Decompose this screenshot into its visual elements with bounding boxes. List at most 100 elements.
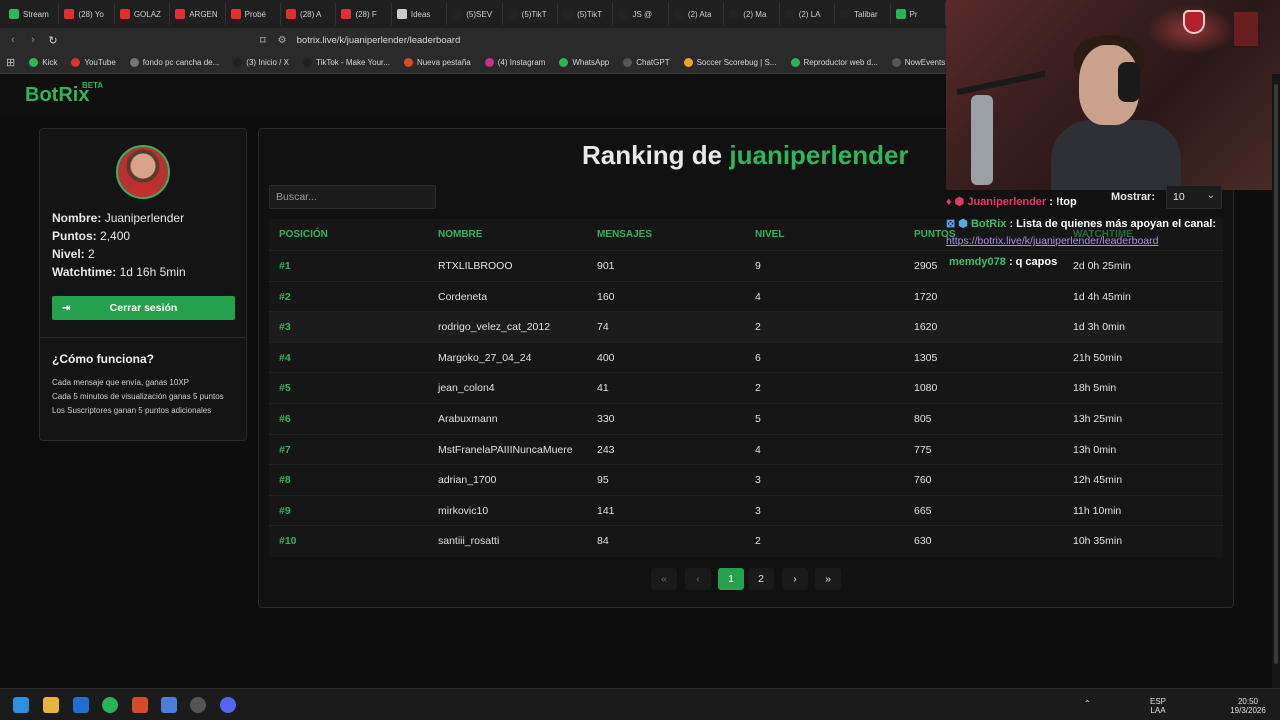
cell-nombre: RTXLILBROOO [438, 260, 513, 272]
browser-tab[interactable]: JS @ [613, 3, 669, 25]
bookmark-item[interactable]: ChatGPT [623, 58, 670, 67]
chat-link[interactable]: https://botrix.live/k/juaniperlender/lea… [946, 235, 1158, 247]
cell-mensajes: 330 [597, 413, 615, 425]
table-row[interactable]: #10 santiii_rosatti 84 2 630 10h 35min [269, 525, 1223, 556]
tab-label: Probé [244, 9, 266, 19]
bookmark-favicon-icon [129, 58, 139, 67]
clock[interactable]: 20:50 19/3/2026 [1228, 697, 1268, 715]
bookmark-item[interactable]: NowEvents - C [891, 58, 946, 67]
bookmark-item[interactable]: TikTok - Make Your... [302, 58, 390, 67]
browser-tab[interactable]: (2) Ma [724, 3, 780, 25]
cell-puntos: 1620 [914, 321, 938, 334]
file-explorer-icon[interactable] [43, 697, 59, 713]
page-size-select[interactable]: 10 ⌄ [1166, 185, 1222, 209]
browser-tab[interactable]: (5)TikT [503, 3, 559, 25]
browser-tab[interactable]: (28) F [336, 3, 392, 25]
app-icon[interactable] [73, 697, 89, 713]
cell-puntos: 1720 [914, 290, 938, 303]
table-row[interactable]: #6 Arabuxmann 330 5 805 13h 25min [269, 403, 1223, 434]
table-row[interactable]: #5 jean_colon4 41 2 1080 18h 5min [269, 372, 1223, 403]
browser-tab[interactable]: (5)TikT [558, 3, 614, 25]
table-row[interactable]: #9 mirkovic10 141 3 665 11h 10min [269, 494, 1223, 526]
profile-points: Puntos: 2,400 [52, 229, 131, 243]
bookmark-item[interactable]: YouTube [71, 58, 116, 67]
browser-tab[interactable]: Ideas [392, 3, 448, 25]
bookmark-item[interactable]: Reproductor web d... [790, 58, 878, 67]
browser-tab[interactable]: (28) A [281, 3, 337, 25]
browser-tab[interactable]: (2) LA [780, 3, 836, 25]
chat-message: memdy078 : q capos [949, 256, 1058, 268]
browser-tab[interactable]: (5)SEV [447, 3, 503, 25]
discord-icon[interactable] [220, 697, 236, 713]
browser-tab[interactable]: GOLAZ [115, 3, 171, 25]
bookmark-label: (3) Inicio / X [246, 58, 289, 67]
cell-puntos: 1305 [914, 351, 938, 364]
tab-label: Talibar [854, 9, 878, 19]
browser-tab[interactable]: (28) Yo [59, 3, 115, 25]
browser-tab[interactable]: (2) Ata [669, 3, 725, 25]
reload-icon[interactable]: ↻ [46, 34, 60, 47]
apps-icon[interactable]: ⊞ [6, 56, 15, 69]
bookmark-item[interactable]: (3) Inicio / X [233, 58, 289, 67]
tab-label: (2) Ata [687, 9, 712, 19]
url-field[interactable]: botrix.live/k/juaniperlender/leaderboard [297, 35, 461, 46]
bookmarks-bar: ⊞ Kick YouTube fondo pc cancha de... (3) In… [0, 52, 946, 74]
tab-favicon-icon [673, 9, 684, 19]
search-input[interactable]: Buscar... [269, 185, 436, 209]
bookmark-favicon-icon [484, 58, 494, 67]
bookmark-item[interactable]: Soccer Scorebug | S... [683, 58, 777, 67]
browser-tab[interactable]: Talibar [835, 3, 891, 25]
tab-favicon-icon [9, 9, 19, 19]
page-2-button[interactable]: 2 [748, 568, 774, 590]
browser-tab[interactable]: Pr [891, 3, 946, 25]
table-row[interactable]: #8 adrian_1700 95 3 760 12h 45min [269, 464, 1223, 495]
first-page-button[interactable]: « [651, 568, 677, 590]
bookmark-item[interactable]: fondo pc cancha de... [129, 58, 219, 67]
column-header[interactable]: POSICIÓN [279, 229, 328, 240]
cell-pos: #6 [279, 413, 291, 425]
tab-label: (2) LA [798, 9, 821, 19]
browser-tab[interactable]: Probé [226, 3, 282, 25]
bookmark-icon[interactable]: ⌑ [260, 34, 266, 47]
column-header[interactable]: MENSAJES [597, 229, 652, 240]
notepad-icon[interactable] [161, 697, 177, 713]
windows-start-icon[interactable] [13, 697, 29, 713]
forward-icon[interactable]: › [26, 34, 40, 46]
obs-icon[interactable] [190, 697, 206, 713]
cell-watchtime: 21h 50min [1073, 351, 1123, 364]
chat-message: ⊠ ⬢ BotRix : Lista de quienes más apoyan… [946, 218, 1217, 230]
cell-mensajes: 400 [597, 351, 615, 364]
browser-tab[interactable]: ARGEN [170, 3, 226, 25]
scrollbar[interactable] [1272, 74, 1280, 688]
logout-button[interactable]: ⇥ Cerrar sesión [52, 296, 235, 320]
chevron-up-icon[interactable]: ⌃ [1084, 699, 1091, 708]
table-row[interactable]: #3 rodrigo_velez_cat_2012 74 2 1620 1d 3h 0mi… [269, 311, 1223, 342]
cell-pos: #8 [279, 474, 291, 487]
language-indicator[interactable]: ESP LAA [1150, 697, 1166, 715]
back-icon[interactable]: ‹ [6, 34, 20, 46]
cell-nombre: mirkovic10 [438, 504, 489, 517]
bookmark-item[interactable]: (4) Instagram [484, 58, 545, 67]
bookmark-item[interactable]: Kick [29, 58, 57, 67]
table-row[interactable]: #7 MstFranelaPAIIINuncaMuere 243 4 775 13h 0m… [269, 433, 1223, 465]
botrix-logo[interactable]: BotRix [25, 84, 89, 107]
next-page-button[interactable]: › [782, 568, 808, 590]
how-line: Cada 5 minutos de visualización ganas 5 … [52, 392, 224, 401]
column-header[interactable]: NIVEL [755, 229, 784, 240]
brave-browser-icon[interactable] [132, 697, 148, 713]
tab-favicon-icon [507, 9, 518, 19]
table-row[interactable]: #1 RTXLILBROOO 901 9 2905 2d 0h 25min [269, 250, 1223, 281]
bookmark-item[interactable]: WhatsApp [559, 58, 609, 67]
whatsapp-icon[interactable] [102, 697, 118, 713]
prev-page-button[interactable]: ‹ [685, 568, 711, 590]
bookmark-item[interactable]: Nueva pestaña [403, 58, 471, 67]
browser-tab[interactable]: Stream [4, 3, 60, 25]
table-row[interactable]: #4 Margoko_27_04_24 400 6 1305 21h 50min [269, 341, 1223, 373]
page-1-button[interactable]: 1 [718, 568, 744, 590]
column-header[interactable]: NOMBRE [438, 229, 482, 240]
bookmark-label: TikTok - Make Your... [315, 58, 390, 67]
site-settings-icon[interactable]: ⚙ [278, 35, 287, 46]
table-row[interactable]: #2 Cordeneta 160 4 1720 1d 4h 45min [269, 280, 1223, 312]
bookmark-label: NowEvents - C [904, 58, 946, 67]
last-page-button[interactable]: » [815, 568, 841, 590]
